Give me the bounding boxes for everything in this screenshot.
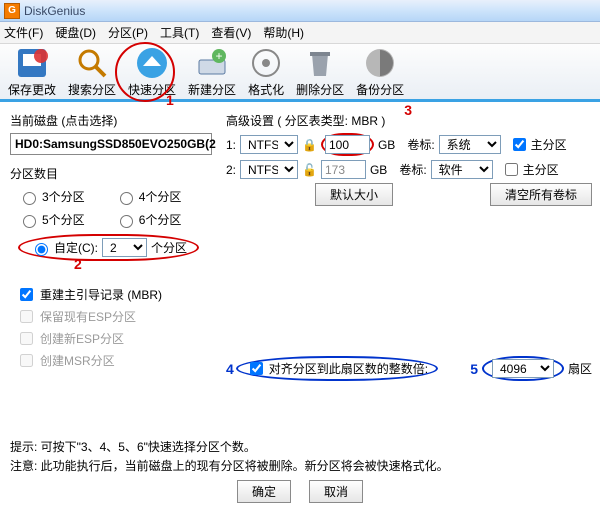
radio-4[interactable]: 4个分区 <box>115 188 182 205</box>
app-title: DiskGenius <box>24 4 85 18</box>
backup-icon <box>363 46 397 80</box>
tb-search[interactable]: 搜索分区 <box>68 46 116 98</box>
default-size-button[interactable]: 默认大小 <box>315 183 393 206</box>
tb-save[interactable]: 保存更改 <box>8 46 56 98</box>
chk-keep-esp: 保留现有ESP分区 <box>16 307 212 326</box>
hints: 提示: 可按下"3、4、5、6"快速选择分区个数。 注意: 此功能执行后，当前磁… <box>10 436 449 476</box>
hint-1: 提示: 可按下"3、4、5、6"快速选择分区个数。 <box>10 438 449 455</box>
annotation-mark-5: 5 <box>470 361 478 377</box>
custom-unit: 个分区 <box>151 239 187 256</box>
tb-backup[interactable]: 备份分区 <box>356 46 404 98</box>
tb-new-partition[interactable]: + 新建分区 <box>188 46 236 98</box>
menu-disk[interactable]: 硬盘(D) <box>55 24 96 41</box>
menu-file[interactable]: 文件(F) <box>4 24 43 41</box>
annotation-mark-3: 3 <box>404 102 412 118</box>
row1-vol[interactable]: 系统 <box>439 135 501 154</box>
row1-size[interactable] <box>325 135 370 154</box>
format-icon <box>249 46 283 80</box>
radio-custom[interactable]: 自定(C): <box>30 239 98 256</box>
menu-bar: 文件(F) 硬盘(D) 分区(P) 工具(T) 查看(V) 帮助(H) <box>0 22 600 44</box>
annotation-ring-3 <box>321 133 374 156</box>
row2-size[interactable] <box>321 160 366 179</box>
radio-3[interactable]: 3个分区 <box>18 188 85 205</box>
partition-row-2: 2: NTFS 🔓 GB 卷标: 软件 主分区 <box>226 160 592 179</box>
tb-search-label: 搜索分区 <box>68 81 116 98</box>
row2-gb: GB <box>370 163 387 177</box>
unlock-icon[interactable]: 🔓 <box>302 163 317 177</box>
new-partition-icon: + <box>195 46 229 80</box>
toolbar: 保存更改 搜索分区 快速分区 1 + 新建分区 格式化 删除分区 备份分区 <box>0 44 600 102</box>
svg-text:+: + <box>216 49 223 63</box>
count-label: 分区数目 <box>10 165 212 182</box>
search-icon <box>75 46 109 80</box>
align-check[interactable]: 对齐分区到此扇区数的整数倍: <box>246 359 428 378</box>
tb-delete-label: 删除分区 <box>296 81 344 98</box>
lock-icon[interactable]: 🔒 <box>302 138 317 152</box>
align-select[interactable]: 4096 <box>492 359 554 378</box>
tb-delete[interactable]: 删除分区 <box>296 46 344 98</box>
menu-view[interactable]: 查看(V) <box>211 24 251 41</box>
ok-button[interactable]: 确定 <box>237 480 291 503</box>
row2-vol[interactable]: 软件 <box>431 160 493 179</box>
radio-6[interactable]: 6个分区 <box>115 211 182 228</box>
row1-vollbl: 卷标: <box>407 136 434 153</box>
cancel-button[interactable]: 取消 <box>309 480 363 503</box>
tb-new-label: 新建分区 <box>188 81 236 98</box>
annotation-ring-2: 自定(C): 2 个分区 <box>18 234 199 261</box>
annotation-mark-4: 4 <box>226 361 234 377</box>
align-unit: 扇区 <box>568 360 592 377</box>
row2-num: 2: <box>226 163 236 177</box>
chk-new-esp: 创建新ESP分区 <box>16 329 212 348</box>
tb-backup-label: 备份分区 <box>356 81 404 98</box>
row2-vollbl: 卷标: <box>399 161 426 178</box>
row1-gb: GB <box>378 138 395 152</box>
row1-num: 1: <box>226 138 236 152</box>
app-logo-icon: G <box>4 3 20 19</box>
save-icon <box>15 46 49 80</box>
title-bar: G DiskGenius <box>0 0 600 22</box>
clear-volumes-button[interactable]: 清空所有卷标 <box>490 183 592 206</box>
current-disk-text: HD0:SamsungSSD850EVO250GB(2 <box>15 137 216 151</box>
row1-primary[interactable]: 主分区 <box>509 135 567 154</box>
partition-row-1: 1: NTFS 🔒 GB 卷标: 系统 主分区 <box>226 133 592 156</box>
menu-tools[interactable]: 工具(T) <box>160 24 199 41</box>
hint-2: 注意: 此功能执行后，当前磁盘上的现有分区将被删除。新分区将会被快速格式化。 <box>10 457 449 474</box>
annotation-mark-1: 1 <box>166 92 174 108</box>
chk-mbr[interactable]: 重建主引导记录 (MBR) <box>16 285 212 304</box>
tb-format[interactable]: 格式化 <box>248 46 284 98</box>
annotation-mark-2: 2 <box>74 256 82 272</box>
menu-help[interactable]: 帮助(H) <box>263 24 304 41</box>
custom-count-select[interactable]: 2 <box>102 238 147 257</box>
menu-partition[interactable]: 分区(P) <box>108 24 148 41</box>
current-disk-label: 当前磁盘 (点击选择) <box>10 112 212 129</box>
row2-fs[interactable]: NTFS <box>240 160 298 179</box>
chk-msr: 创建MSR分区 <box>16 351 212 370</box>
quick-partition-icon <box>135 46 169 80</box>
tb-save-label: 保存更改 <box>8 81 56 98</box>
current-disk-combo[interactable]: HD0:SamsungSSD850EVO250GB(2 <box>10 133 212 155</box>
row2-primary[interactable]: 主分区 <box>501 160 559 179</box>
tb-format-label: 格式化 <box>248 81 284 98</box>
row1-fs[interactable]: NTFS <box>240 135 298 154</box>
radio-5[interactable]: 5个分区 <box>18 211 85 228</box>
delete-icon <box>303 46 337 80</box>
tb-quick-partition[interactable]: 快速分区 1 <box>128 46 176 98</box>
annotation-ring-4: 对齐分区到此扇区数的整数倍: <box>236 356 438 381</box>
annotation-ring-5: 4096 <box>482 356 564 381</box>
